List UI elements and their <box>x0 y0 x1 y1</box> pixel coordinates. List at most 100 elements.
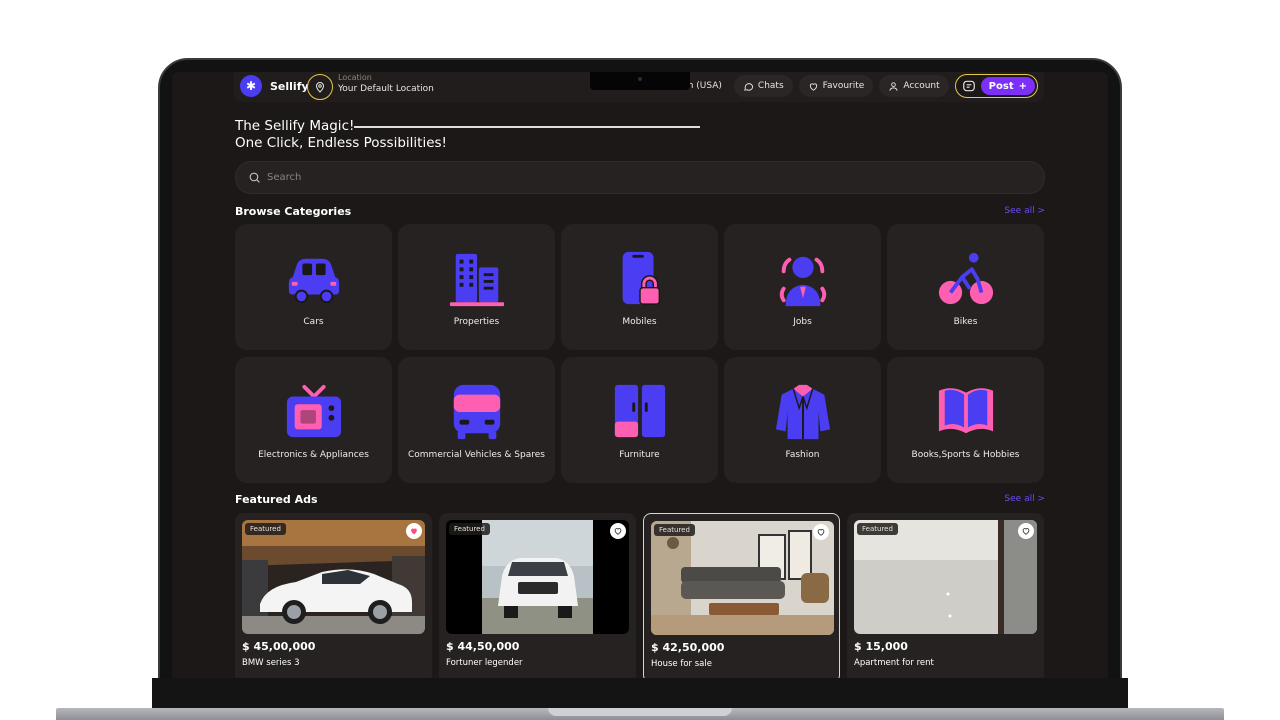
ad-title: Apartment for rent <box>854 658 934 668</box>
favourite-label: Favourite <box>822 81 865 91</box>
heart-icon <box>809 82 817 91</box>
category-card-commercial-vehicles[interactable]: Commercial Vehicles & Spares <box>398 357 555 483</box>
hero-heading: The Sellify Magic! One Click, Endless Po… <box>235 118 447 152</box>
camera-notch <box>590 72 690 90</box>
categories-title: Browse Categories <box>235 205 352 218</box>
featured-title: Featured Ads <box>235 493 318 506</box>
favourite-toggle[interactable] <box>813 524 829 540</box>
category-label: Commercial Vehicles & Spares <box>408 450 545 460</box>
ad-title: Fortuner legender <box>446 658 523 668</box>
ad-card-apartment[interactable]: Featured $ 15,000 Apartment for rent <box>847 513 1044 678</box>
jobs-person-icon <box>779 256 826 307</box>
heart-outline-icon <box>817 529 825 536</box>
category-label: Furniture <box>619 450 660 460</box>
laptop-groove <box>548 708 732 716</box>
sell-tag-icon <box>962 80 975 92</box>
location-pin-icon[interactable] <box>307 74 333 100</box>
plus-icon: + <box>1018 80 1027 92</box>
category-card-fashion[interactable]: Fashion <box>724 357 881 483</box>
featured-badge: Featured <box>449 523 490 535</box>
category-label: Cars <box>303 317 324 327</box>
ad-title: House for sale <box>651 659 712 669</box>
ad-card-fortuner[interactable]: Featured $ 44,50,000 Fortuner legender <box>439 513 636 678</box>
chats-button[interactable]: Chats <box>733 75 793 97</box>
search-bar[interactable] <box>235 161 1045 194</box>
location-value: Your Default Location <box>338 84 434 94</box>
ad-image-house[interactable] <box>651 521 834 635</box>
mobile-lock-icon <box>622 251 660 305</box>
ad-price: $ 44,50,000 <box>446 640 520 653</box>
favourite-toggle[interactable] <box>610 523 626 539</box>
bus-icon <box>453 384 500 440</box>
ad-card-house[interactable]: Featured $ 42,50,000 House for sale <box>643 513 840 678</box>
category-card-electronics[interactable]: Electronics & Appliances <box>235 357 392 483</box>
bike-icon <box>938 252 993 305</box>
screen: ✱ Sellify Location Your Default Location… <box>172 72 1108 678</box>
category-card-jobs[interactable]: Jobs <box>724 224 881 350</box>
heart-filled-icon <box>411 528 417 535</box>
ad-title: BMW series 3 <box>242 658 300 668</box>
account-label: Account <box>903 81 940 91</box>
featured-see-all-link[interactable]: See all > <box>1004 494 1045 504</box>
ad-image-bmw[interactable] <box>242 520 425 634</box>
category-label: Bikes <box>953 317 978 327</box>
category-card-cars[interactable]: Cars <box>235 224 392 350</box>
tv-icon <box>286 384 341 438</box>
ad-price: $ 45,00,000 <box>242 640 316 653</box>
location-label: Location <box>338 73 372 82</box>
featured-badge: Featured <box>654 524 695 536</box>
chats-label: Chats <box>757 81 784 91</box>
ad-price: $ 42,50,000 <box>651 641 725 654</box>
post-ad-control[interactable]: Post + <box>954 74 1038 98</box>
ad-location <box>854 674 1024 678</box>
ad-location <box>242 674 412 678</box>
category-label: Jobs <box>793 317 812 327</box>
brand[interactable]: ✱ Sellify <box>240 75 309 97</box>
category-card-furniture[interactable]: Furniture <box>561 357 718 483</box>
heart-outline-icon <box>1022 528 1030 535</box>
ad-image-apartment[interactable] <box>854 520 1037 634</box>
chat-icon <box>744 82 754 91</box>
ad-location <box>446 674 616 678</box>
stage: ✱ Sellify Location Your Default Location… <box>0 0 1280 720</box>
ad-image-fortuner[interactable] <box>446 520 629 634</box>
category-card-books-sports[interactable]: Books,Sports & Hobbies <box>887 357 1044 483</box>
post-button[interactable]: Post + <box>980 77 1035 95</box>
cupboard-icon <box>614 384 665 438</box>
user-icon <box>889 81 898 91</box>
search-icon <box>249 172 260 183</box>
category-label: Properties <box>453 317 500 327</box>
category-label: Books,Sports & Hobbies <box>911 450 1020 460</box>
account-button[interactable]: Account <box>879 75 949 97</box>
laptop-base <box>152 678 1128 710</box>
jacket-icon <box>775 384 830 440</box>
featured-badge: Featured <box>857 523 898 535</box>
categories-see-all-link[interactable]: See all > <box>1004 206 1045 216</box>
featured-ads-row: Featured $ 45,00,000 BMW series 3 Featur… <box>235 513 1045 678</box>
category-card-bikes[interactable]: Bikes <box>887 224 1044 350</box>
category-grid: Cars Properties Mobiles Jobs Bikes Elect… <box>235 224 1045 483</box>
category-label: Mobiles <box>622 317 657 327</box>
favourite-toggle[interactable] <box>406 523 422 539</box>
ad-price: $ 15,000 <box>854 640 908 653</box>
camera-icon <box>638 77 642 81</box>
location-selector[interactable]: Location Your Default Location <box>338 73 434 94</box>
sellify-logo-icon: ✱ <box>240 75 262 97</box>
hero-line-2: One Click, Endless Possibilities! <box>235 135 447 151</box>
ad-card-bmw[interactable]: Featured $ 45,00,000 BMW series 3 <box>235 513 432 678</box>
brand-name: Sellify <box>270 79 309 93</box>
search-input[interactable] <box>267 172 967 183</box>
heart-outline-icon <box>614 528 622 535</box>
post-label: Post <box>988 80 1014 92</box>
category-card-mobiles[interactable]: Mobiles <box>561 224 718 350</box>
hero-divider <box>354 126 700 128</box>
featured-badge: Featured <box>245 523 286 535</box>
book-icon <box>938 388 993 434</box>
building-icon <box>449 253 504 307</box>
favourite-button[interactable]: Favourite <box>798 75 874 97</box>
favourite-toggle[interactable] <box>1018 523 1034 539</box>
car-icon <box>288 258 339 304</box>
category-label: Fashion <box>785 450 820 460</box>
category-card-properties[interactable]: Properties <box>398 224 555 350</box>
ad-location <box>651 675 821 678</box>
